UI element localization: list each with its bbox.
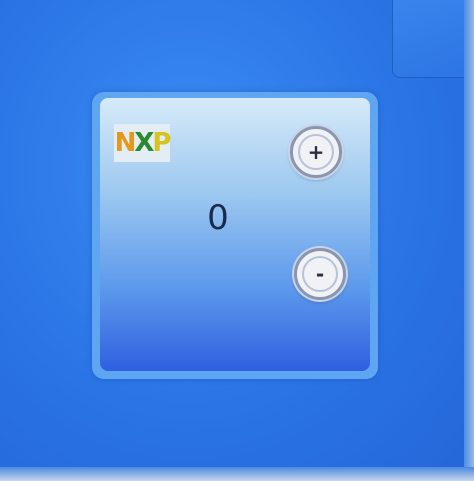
counter-panel-body: N X P 0 + -	[100, 98, 370, 371]
nxp-logo: N X P	[114, 124, 171, 162]
counter-value: 0	[207, 198, 229, 238]
logo-letter-n: N	[114, 128, 137, 158]
screen-bezel-bottom	[0, 467, 474, 481]
plus-icon: +	[298, 134, 334, 170]
logo-letter-x: X	[134, 128, 154, 158]
counter-panel: N X P 0 + -	[92, 92, 378, 379]
corner-widget	[392, 0, 474, 78]
decrement-button[interactable]: -	[294, 248, 346, 300]
minus-icon: -	[302, 256, 338, 292]
logo-letter-p: P	[152, 128, 171, 158]
device-screen: N X P 0 + -	[0, 0, 474, 481]
screen-bezel-right	[464, 0, 474, 481]
increment-button[interactable]: +	[290, 126, 342, 178]
